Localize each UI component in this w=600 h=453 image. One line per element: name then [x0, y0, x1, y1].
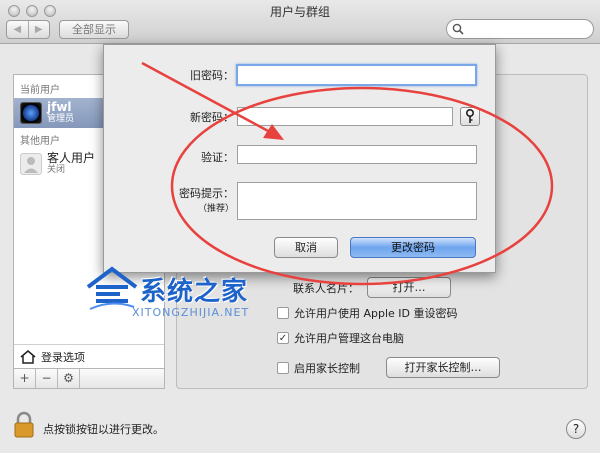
- admin-row: ✓ 允许用户管理这台电脑: [277, 330, 404, 346]
- password-hint-field[interactable]: [237, 182, 477, 220]
- search-input[interactable]: [446, 19, 594, 39]
- parental-label: 启用家长控制: [294, 361, 360, 375]
- nav-back-forward: ◀ ▶: [6, 20, 50, 39]
- avatar: [20, 102, 42, 124]
- help-button[interactable]: ?: [566, 419, 586, 439]
- guest-status: 关闭: [47, 165, 66, 175]
- verify-password-field[interactable]: [237, 145, 477, 164]
- remove-user-button[interactable]: −: [36, 369, 58, 388]
- guest-name: 客人用户: [47, 151, 96, 165]
- add-user-button[interactable]: +: [14, 369, 36, 388]
- apple-id-row: 允许用户使用 Apple ID 重设密码: [277, 305, 458, 321]
- watermark-url-text: XITONGZHIJIA.NET: [132, 306, 250, 319]
- login-options-item[interactable]: 登录选项: [14, 344, 164, 368]
- user-role: 管理员: [47, 114, 75, 124]
- watermark-cn-text: 系统之家: [140, 277, 249, 307]
- hint-recommended-label: （推荐）: [197, 204, 234, 214]
- change-password-sheet: 旧密码： 新密码： 验证： 密码提示： （推荐） 取消 更改密码: [103, 44, 496, 273]
- verify-label: 验证：: [201, 151, 234, 164]
- admin-checkbox[interactable]: ✓: [277, 332, 289, 344]
- open-contact-button[interactable]: 打开…: [367, 277, 451, 298]
- apple-id-label: 允许用户使用 Apple ID 重设密码: [294, 307, 458, 320]
- back-icon[interactable]: ◀: [7, 21, 29, 38]
- user-name: jfwl: [47, 100, 72, 114]
- key-icon: [466, 108, 475, 123]
- window-title: 用户与群组: [269, 5, 330, 19]
- login-options-label: 登录选项: [41, 350, 85, 364]
- watermark-logo: 系统之家 XITONGZHIJIA.NET: [84, 265, 284, 327]
- house-logo-icon: [86, 266, 138, 310]
- new-password-field[interactable]: [237, 107, 453, 126]
- search-icon: [452, 23, 464, 35]
- gear-icon[interactable]: ⚙: [58, 369, 80, 388]
- title-bar: 用户与群组 ◀ ▶ 全部显示: [0, 0, 600, 44]
- contact-card-label: 联系人名片：: [293, 281, 359, 295]
- contact-card-row: 联系人名片： 打开…: [293, 277, 451, 298]
- new-password-label: 新密码：: [190, 111, 234, 124]
- show-all-button[interactable]: 全部显示: [59, 20, 129, 39]
- old-password-field[interactable]: [236, 64, 477, 86]
- home-icon: [20, 349, 36, 364]
- open-parental-controls-button[interactable]: 打开家长控制…: [386, 357, 500, 378]
- old-password-label: 旧密码：: [190, 69, 234, 82]
- sidebar-toolbar: + − ⚙: [14, 368, 164, 388]
- lock-hint-text: 点按锁按钮以进行更改。: [43, 423, 164, 436]
- admin-label: 允许用户管理这台电脑: [294, 332, 404, 345]
- cancel-button[interactable]: 取消: [274, 237, 338, 258]
- change-password-button[interactable]: 更改密码: [350, 237, 476, 258]
- forward-icon[interactable]: ▶: [29, 21, 50, 38]
- lock-icon[interactable]: [13, 411, 35, 439]
- hint-label: 密码提示：: [179, 187, 234, 200]
- parental-checkbox[interactable]: [277, 361, 289, 374]
- parental-row: 启用家长控制 打开家长控制…: [277, 357, 500, 378]
- password-assistant-button[interactable]: [460, 107, 480, 126]
- guest-avatar-icon: [20, 153, 42, 175]
